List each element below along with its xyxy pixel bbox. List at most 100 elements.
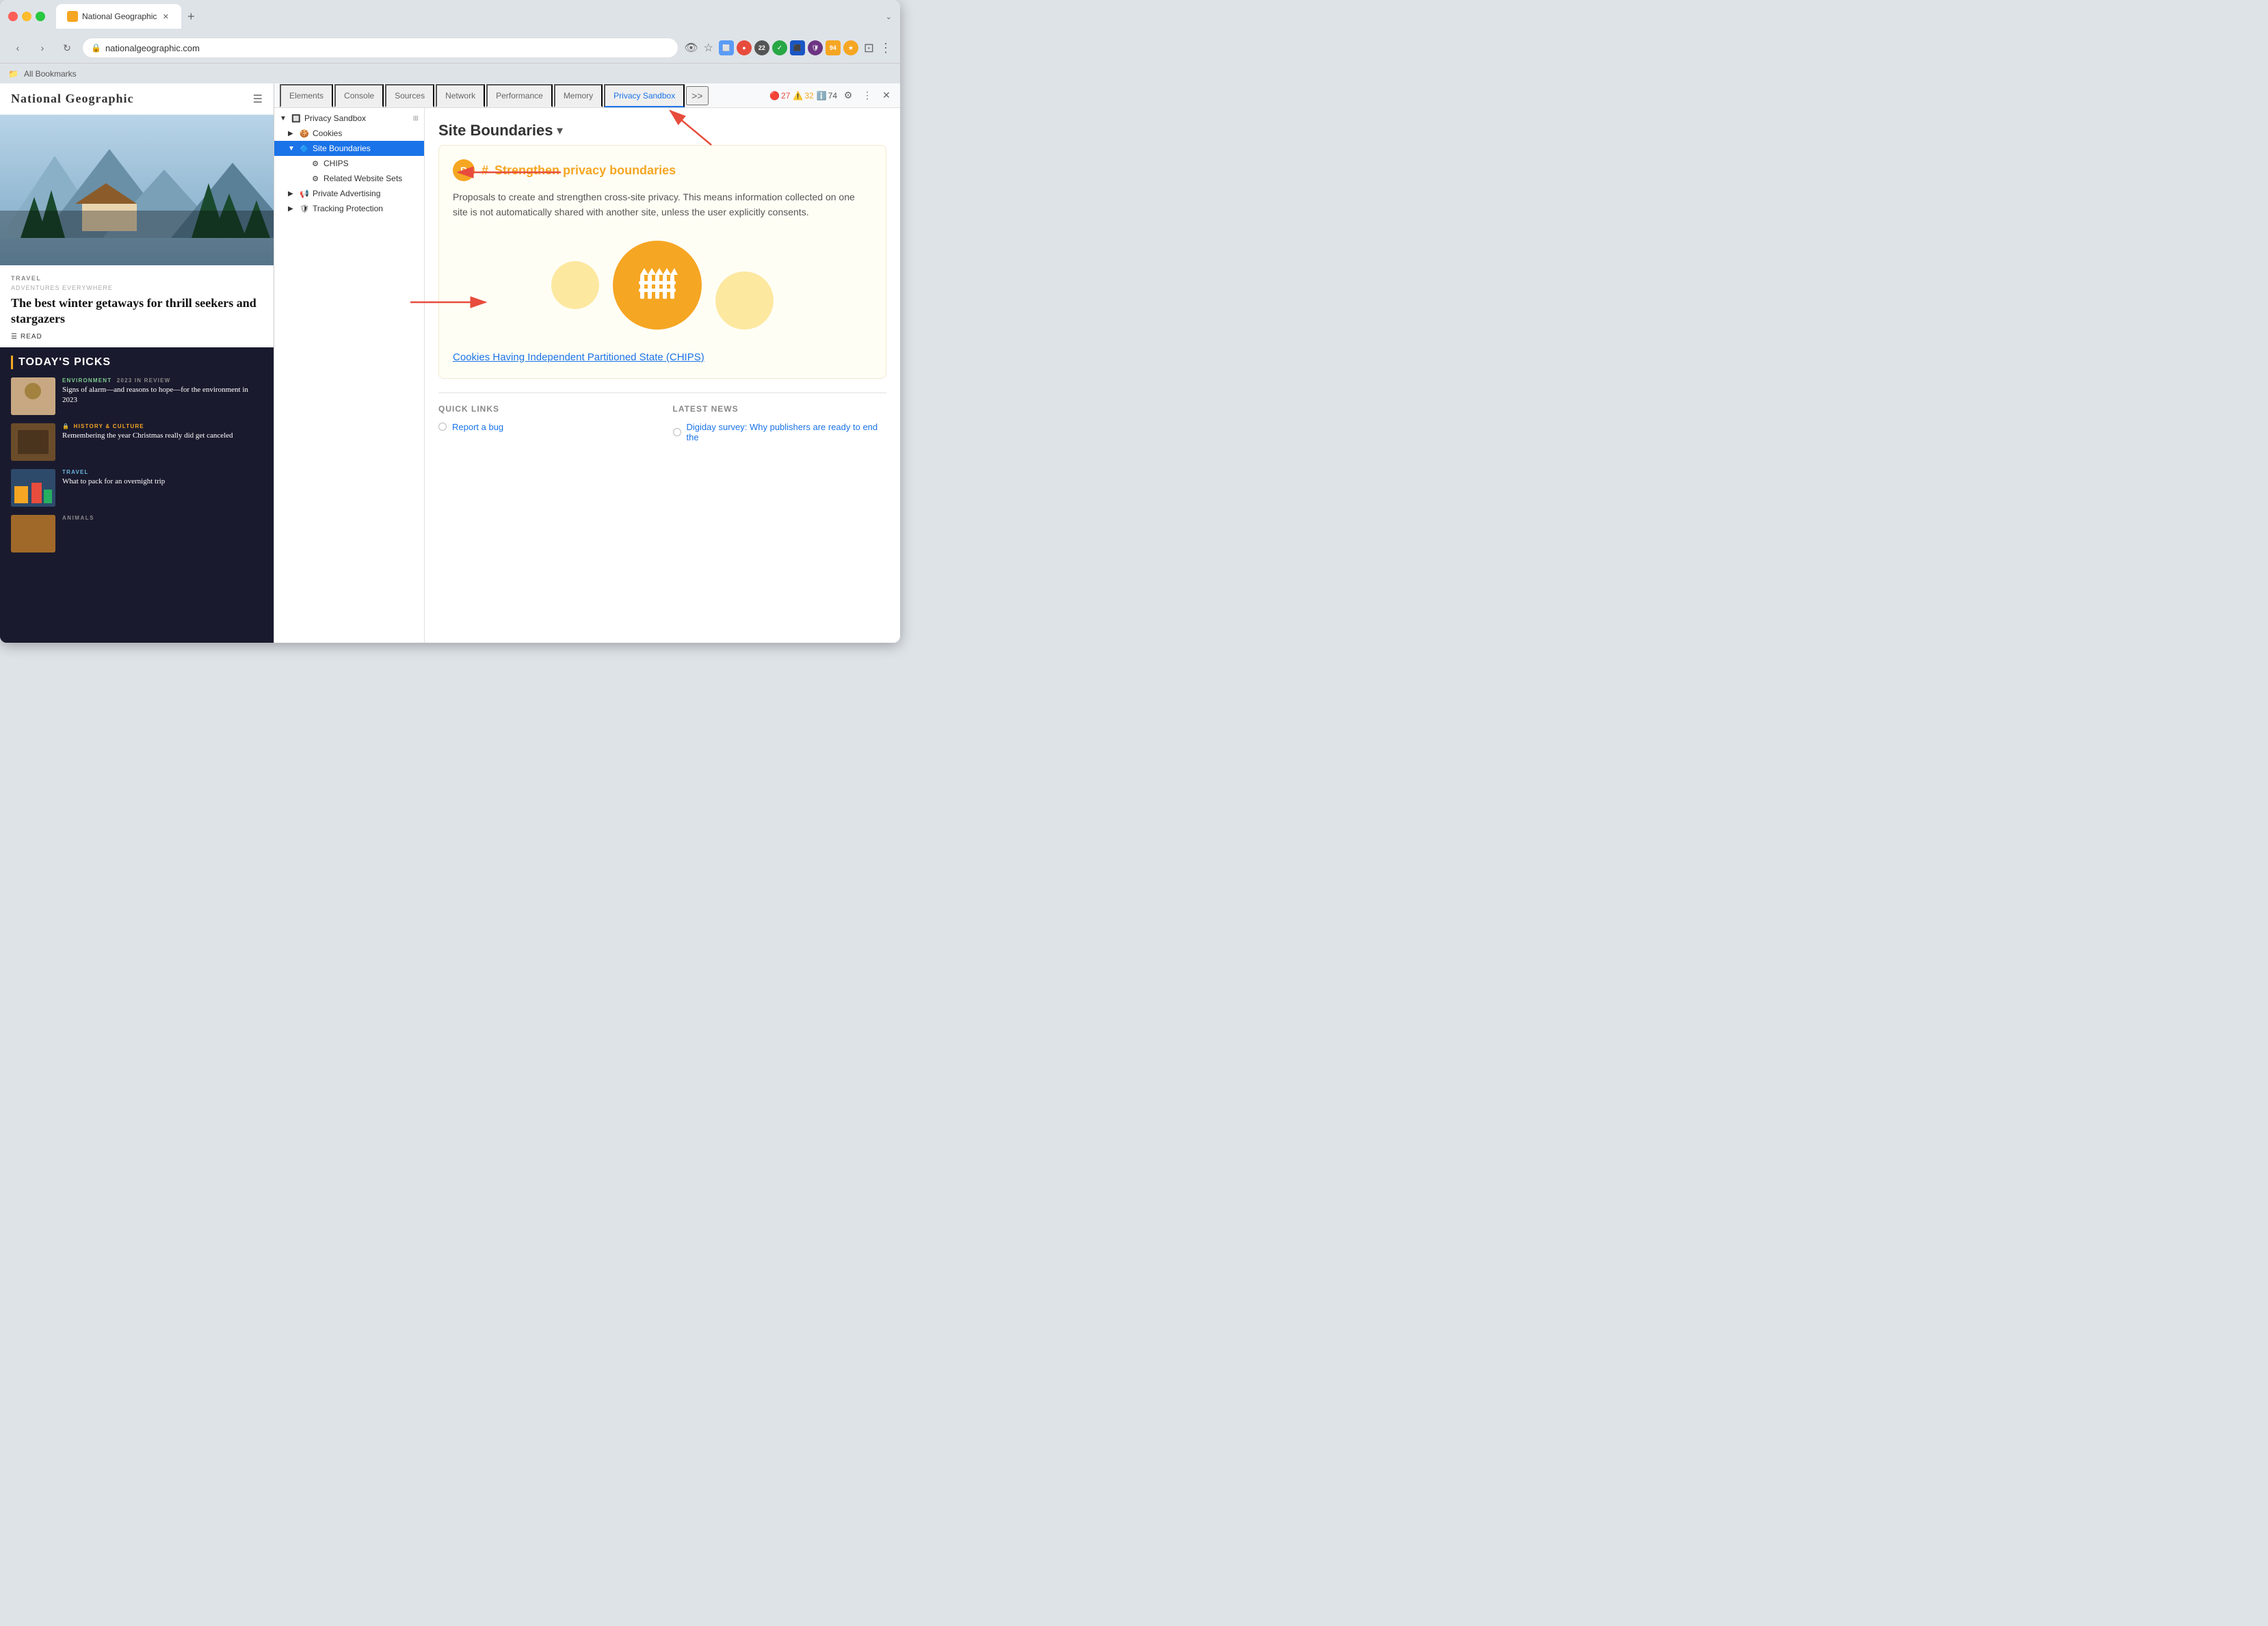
back-button[interactable]: ‹	[8, 38, 27, 57]
pick-title: Remembering the year Christmas really di…	[62, 431, 263, 441]
tab-privacy-sandbox[interactable]: Privacy Sandbox	[604, 84, 685, 107]
tab-title: National Geographic	[82, 12, 157, 21]
warning-icon: ⚠️	[793, 91, 803, 101]
circle-decoration-1	[551, 261, 599, 309]
devtools-body: ▼ 🔲 Privacy Sandbox ⊞ ▶ 🍪 Cookies	[274, 108, 900, 643]
star-icon[interactable]: ☆	[704, 41, 713, 55]
list-item[interactable]: ENVIRONMENT 2023 IN REVIEW Signs of alar…	[11, 377, 263, 415]
lock-icon: 🔒	[91, 43, 101, 53]
tree-item-tracking-protection[interactable]: ▶ 🛡 Tracking Protection	[274, 201, 424, 216]
today-picks: TODAY'S PICKS ENVIRONMENT 2023 IN REVIEW…	[0, 347, 274, 643]
quick-links-title: QUICK LINKS	[438, 404, 652, 414]
hamburger-icon: ☰	[11, 333, 18, 341]
hero-caption: TRAVEL ADVENTURES EVERYWHERE The best wi…	[0, 265, 274, 347]
tab-close-button[interactable]: ✕	[161, 12, 170, 21]
info-icon: ℹ️	[817, 91, 827, 101]
dropdown-chevron[interactable]: ▾	[557, 124, 562, 137]
list-item[interactable]: ANIMALS	[11, 515, 263, 552]
tab-memory[interactable]: Memory	[554, 84, 603, 107]
extension-icon-4[interactable]: ⬛	[790, 40, 805, 55]
picks-title: TODAY'S PICKS	[18, 356, 111, 369]
tree-label: Tracking Protection	[313, 204, 383, 213]
tree-label: CHIPS	[324, 159, 349, 168]
info-badge: ℹ️ 74	[817, 91, 837, 101]
forward-button[interactable]: ›	[33, 38, 52, 57]
close-button[interactable]	[8, 12, 18, 21]
tab-elements[interactable]: Elements	[280, 84, 333, 107]
info-card-header: B # Strengthen privacy boundaries	[453, 159, 872, 181]
browser-tab[interactable]: National Geographic ✕	[56, 4, 181, 29]
latest-news-column: LATEST NEWS Digiday survey: Why publishe…	[673, 404, 887, 445]
hero-subtitle: ADVENTURES EVERYWHERE	[11, 284, 263, 291]
tree-item-cookies[interactable]: ▶ 🍪 Cookies	[274, 126, 424, 141]
maximize-button[interactable]	[36, 12, 45, 21]
site-logo: National Geographic	[11, 92, 134, 106]
circle-decoration-2	[715, 271, 774, 330]
advertising-icon: 📢	[299, 188, 310, 199]
privacy-sandbox-icon: 🔲	[291, 113, 302, 124]
hero-illustration	[0, 115, 274, 265]
title-bar: National Geographic ✕ + ⌄	[0, 0, 900, 33]
bookmark-bar: 📁 All Bookmarks	[0, 63, 900, 83]
reload-button[interactable]: ↻	[57, 38, 77, 57]
hash-symbol: #	[482, 163, 488, 177]
kebab-menu-button[interactable]: ⋮	[859, 88, 875, 104]
minimize-button[interactable]	[22, 12, 31, 21]
tree-label: Site Boundaries	[313, 144, 371, 153]
more-tabs-button[interactable]: >>	[686, 86, 708, 105]
site-boundaries-icon: 🔷	[299, 143, 310, 154]
warning-badge: ⚠️ 32	[793, 91, 813, 101]
new-tab-button[interactable]: +	[181, 7, 200, 26]
error-badge: 🔴 27	[769, 91, 790, 101]
chips-icon: ⚙	[310, 158, 321, 169]
info-card-title: # Strengthen privacy boundaries	[482, 163, 676, 178]
tab-performance[interactable]: Performance	[486, 84, 553, 107]
extension-icon-2[interactable]: ●	[737, 40, 752, 55]
news-item-link[interactable]: Digiday survey: Why publishers are ready…	[673, 422, 887, 442]
address-bar[interactable]: 🔒 nationalgeographic.com	[82, 38, 678, 58]
tab-network[interactable]: Network	[436, 84, 485, 107]
close-devtools-button[interactable]: ✕	[878, 88, 895, 104]
chips-link[interactable]: Cookies Having Independent Partitioned S…	[453, 351, 704, 363]
pick-thumbnail	[11, 423, 55, 461]
link-dot-icon	[438, 423, 447, 431]
tree-item-privacy-sandbox[interactable]: ▼ 🔲 Privacy Sandbox ⊞	[274, 111, 424, 126]
menu-icon[interactable]: ☰	[253, 92, 263, 106]
profile-icon[interactable]: ⊡	[864, 41, 874, 55]
tree-item-site-boundaries[interactable]: ▼ 🔷 Site Boundaries	[274, 141, 424, 156]
bookmarks-label[interactable]: All Bookmarks	[24, 69, 77, 79]
related-sets-icon: ⚙	[310, 173, 321, 184]
report-bug-link[interactable]: Report a bug	[438, 422, 652, 432]
hero-read-button[interactable]: ☰ READ	[11, 333, 263, 341]
devtools-actions: 🔴 27 ⚠️ 32 ℹ️ 74 ⚙ ⋮ ✕	[769, 88, 895, 104]
tree-item-private-advertising[interactable]: ▶ 📢 Private Advertising	[274, 186, 424, 201]
settings-button[interactable]: ⚙	[840, 88, 856, 104]
tree-item-related-website-sets[interactable]: ⚙ Related Website Sets	[274, 171, 424, 186]
browser-window: National Geographic ✕ + ⌄ ‹ › ↻ 🔒 nation…	[0, 0, 900, 643]
pick-thumbnail	[11, 515, 55, 552]
tree-label: Related Website Sets	[324, 174, 402, 183]
picks-accent	[11, 356, 13, 369]
tree-item-chips[interactable]: ⚙ CHIPS	[274, 156, 424, 171]
website-panel: National Geographic ☰	[0, 83, 274, 643]
tab-sources[interactable]: Sources	[385, 84, 434, 107]
devtools: Elements Console Sources Network Perform…	[274, 83, 900, 643]
extension-icon-1[interactable]: ⬜	[719, 40, 734, 55]
tab-console[interactable]: Console	[334, 84, 384, 107]
link-dot-icon	[673, 428, 681, 436]
tree-label: Cookies	[313, 129, 342, 138]
more-icon[interactable]: ⋮	[880, 41, 892, 55]
info-card: B # Strengthen privacy boundaries Propos…	[438, 145, 886, 379]
eye-icon: 👁	[684, 41, 698, 55]
pick-tag: TRAVEL	[62, 469, 263, 475]
hero-title: The best winter getaways for thrill seek…	[11, 295, 263, 328]
chips-link-container: Cookies Having Independent Partitioned S…	[453, 350, 872, 364]
tree-label: Private Advertising	[313, 189, 380, 198]
extension-icon-3[interactable]: ✓	[772, 40, 787, 55]
content-panel: Site Boundaries ▾ B # Strengthen privacy…	[425, 108, 900, 643]
extension-icon-5[interactable]: 🛡	[808, 40, 823, 55]
extension-icon-6[interactable]: ★	[843, 40, 858, 55]
list-item[interactable]: TRAVEL What to pack for an overnight tri…	[11, 469, 263, 507]
list-item[interactable]: 🔒 HISTORY & CULTURE Remembering the year…	[11, 423, 263, 461]
pick-tag: ENVIRONMENT 2023 IN REVIEW	[62, 377, 263, 384]
